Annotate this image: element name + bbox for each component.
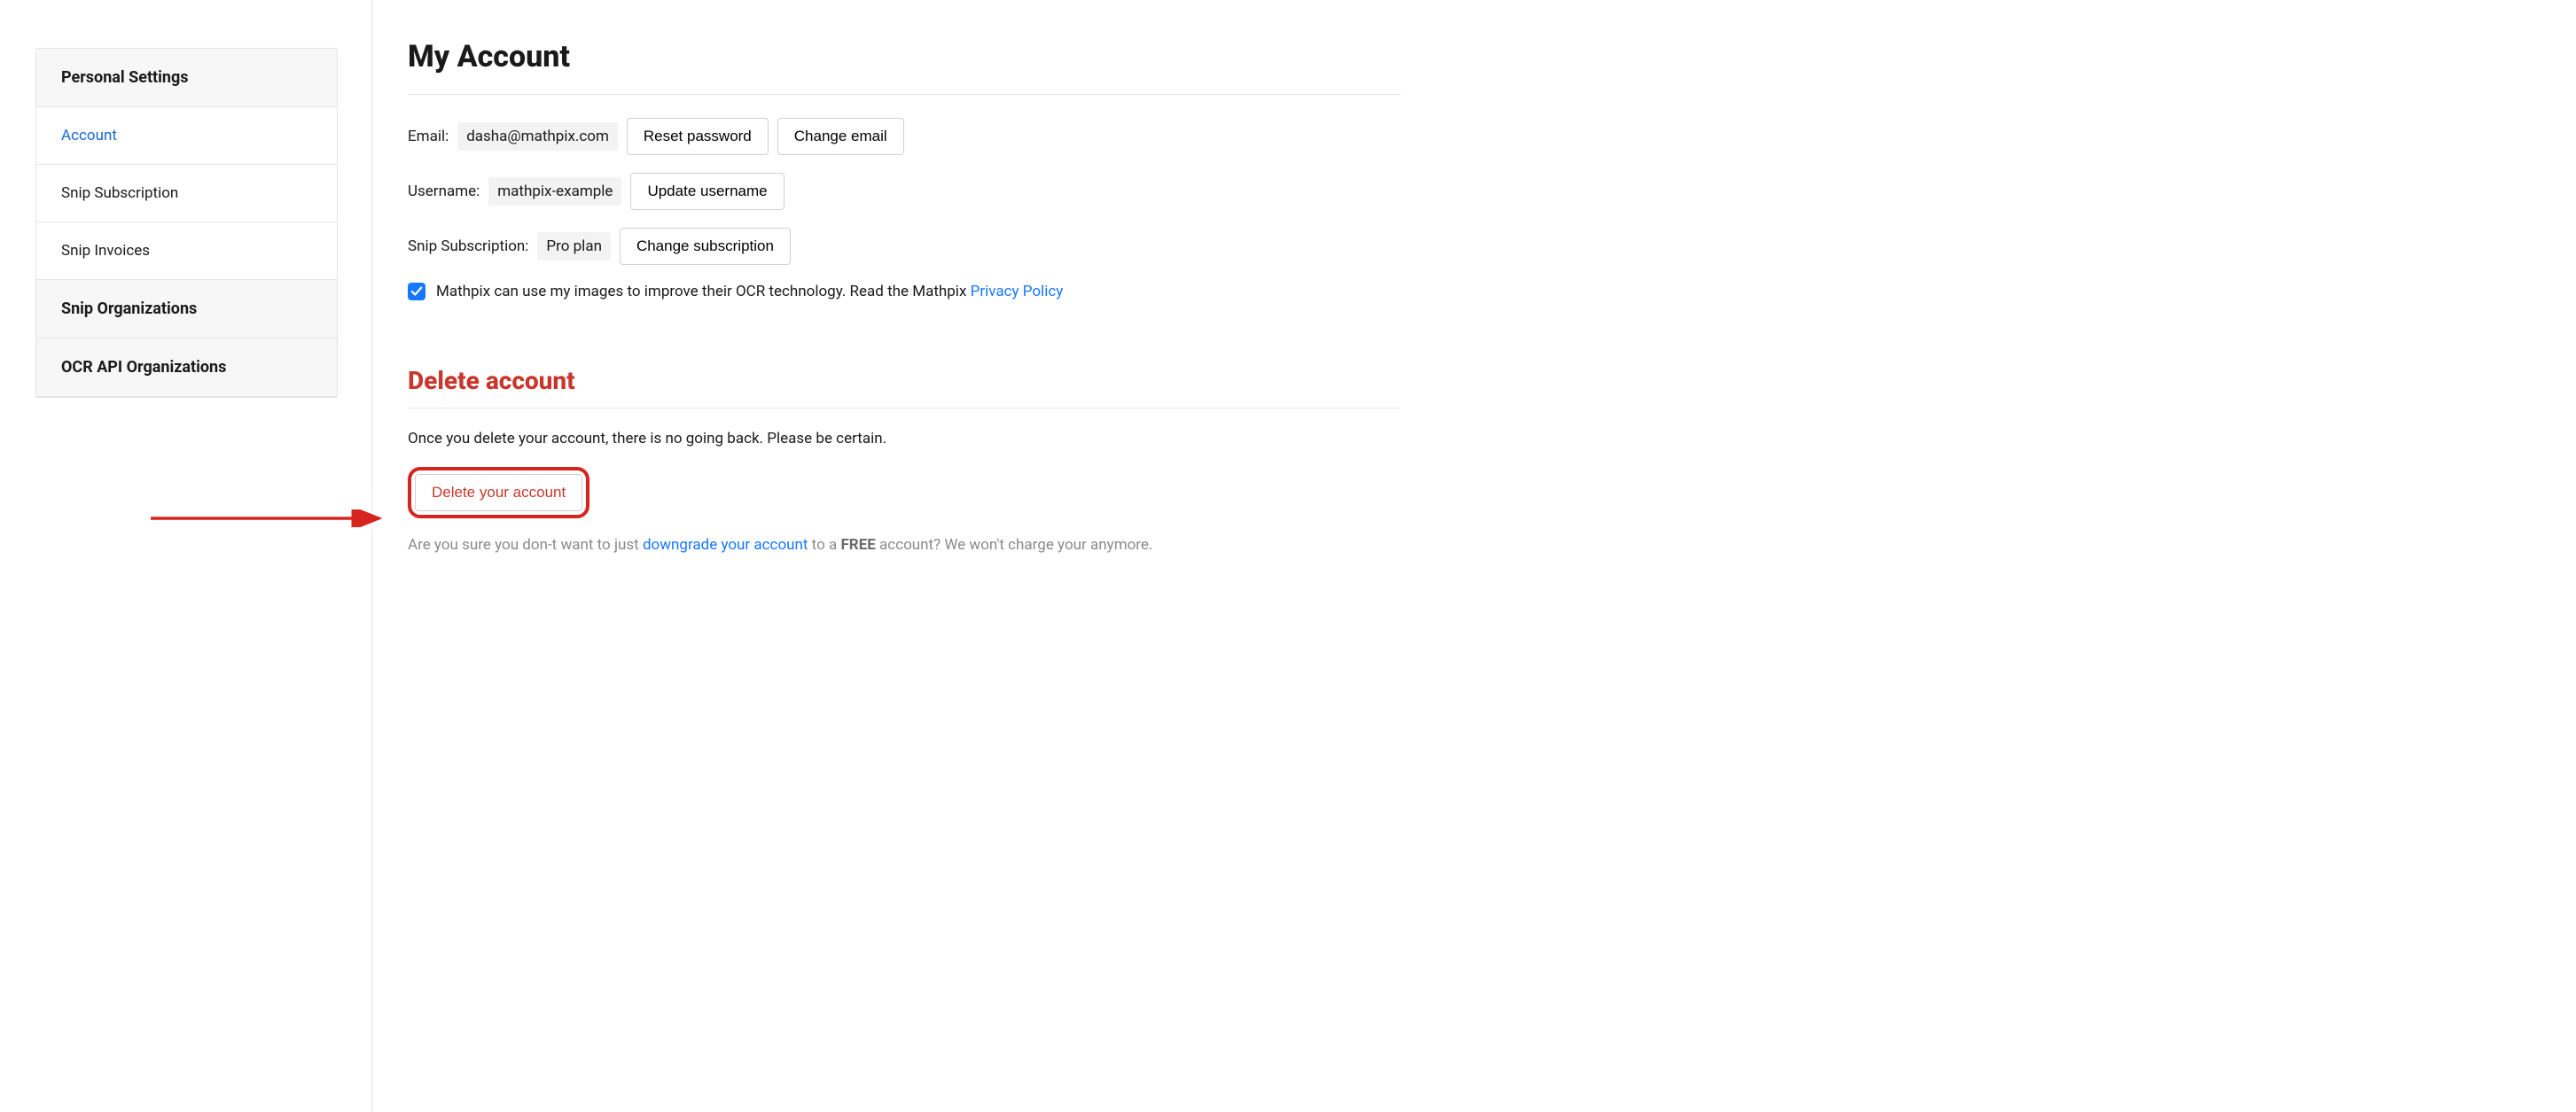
delete-account-heading: Delete account: [408, 366, 1401, 408]
consent-text: Mathpix can use my images to improve the…: [436, 283, 1063, 300]
update-username-button[interactable]: Update username: [630, 173, 784, 210]
change-email-button[interactable]: Change email: [777, 118, 904, 155]
downgrade-free-bold: FREE: [840, 536, 875, 554]
arrow-annotation: [151, 509, 390, 527]
delete-button-highlight: Delete your account: [408, 467, 589, 518]
sidebar-nav: Personal Settings Account Snip Subscript…: [35, 48, 338, 398]
subscription-value: Pro plan: [537, 232, 611, 261]
sidebar-header-snip-orgs[interactable]: Snip Organizations: [36, 280, 337, 338]
consent-checkbox[interactable]: [408, 283, 425, 300]
consent-text-body: Mathpix can use my images to improve the…: [436, 283, 971, 300]
downgrade-prefix: Are you sure you don-t want to just: [408, 536, 643, 554]
subscription-row: Snip Subscription: Pro plan Change subsc…: [408, 228, 1401, 265]
main-content: My Account Email: dasha@mathpix.com Rese…: [372, 0, 1436, 1112]
email-value: dasha@mathpix.com: [457, 122, 618, 151]
username-label: Username:: [408, 183, 480, 200]
sidebar: Personal Settings Account Snip Subscript…: [0, 0, 372, 1112]
delete-account-button[interactable]: Delete your account: [415, 474, 582, 511]
sidebar-item-account[interactable]: Account: [36, 107, 337, 165]
downgrade-suffix: account? We won't charge your anymore.: [876, 536, 1153, 554]
subscription-label: Snip Subscription:: [408, 237, 528, 255]
downgrade-note: Are you sure you don-t want to just down…: [408, 536, 1401, 554]
email-label: Email:: [408, 128, 449, 145]
sidebar-item-snip-invoices[interactable]: Snip Invoices: [36, 222, 337, 280]
consent-row: Mathpix can use my images to improve the…: [408, 283, 1401, 300]
downgrade-mid: to a: [808, 536, 840, 554]
privacy-policy-link[interactable]: Privacy Policy: [971, 283, 1064, 300]
sidebar-header-personal: Personal Settings: [36, 49, 337, 107]
page-title: My Account: [408, 39, 1401, 95]
downgrade-account-link[interactable]: downgrade your account: [643, 536, 808, 554]
change-subscription-button[interactable]: Change subscription: [620, 228, 791, 265]
username-row: Username: mathpix-example Update usernam…: [408, 173, 1401, 210]
delete-warning-text: Once you delete your account, there is n…: [408, 430, 1401, 447]
checkmark-icon: [410, 285, 423, 298]
sidebar-header-ocr-api-orgs[interactable]: OCR API Organizations: [36, 338, 337, 397]
username-value: mathpix-example: [488, 177, 621, 206]
email-row: Email: dasha@mathpix.com Reset password …: [408, 118, 1401, 155]
reset-password-button[interactable]: Reset password: [627, 118, 769, 155]
sidebar-item-snip-subscription[interactable]: Snip Subscription: [36, 165, 337, 222]
